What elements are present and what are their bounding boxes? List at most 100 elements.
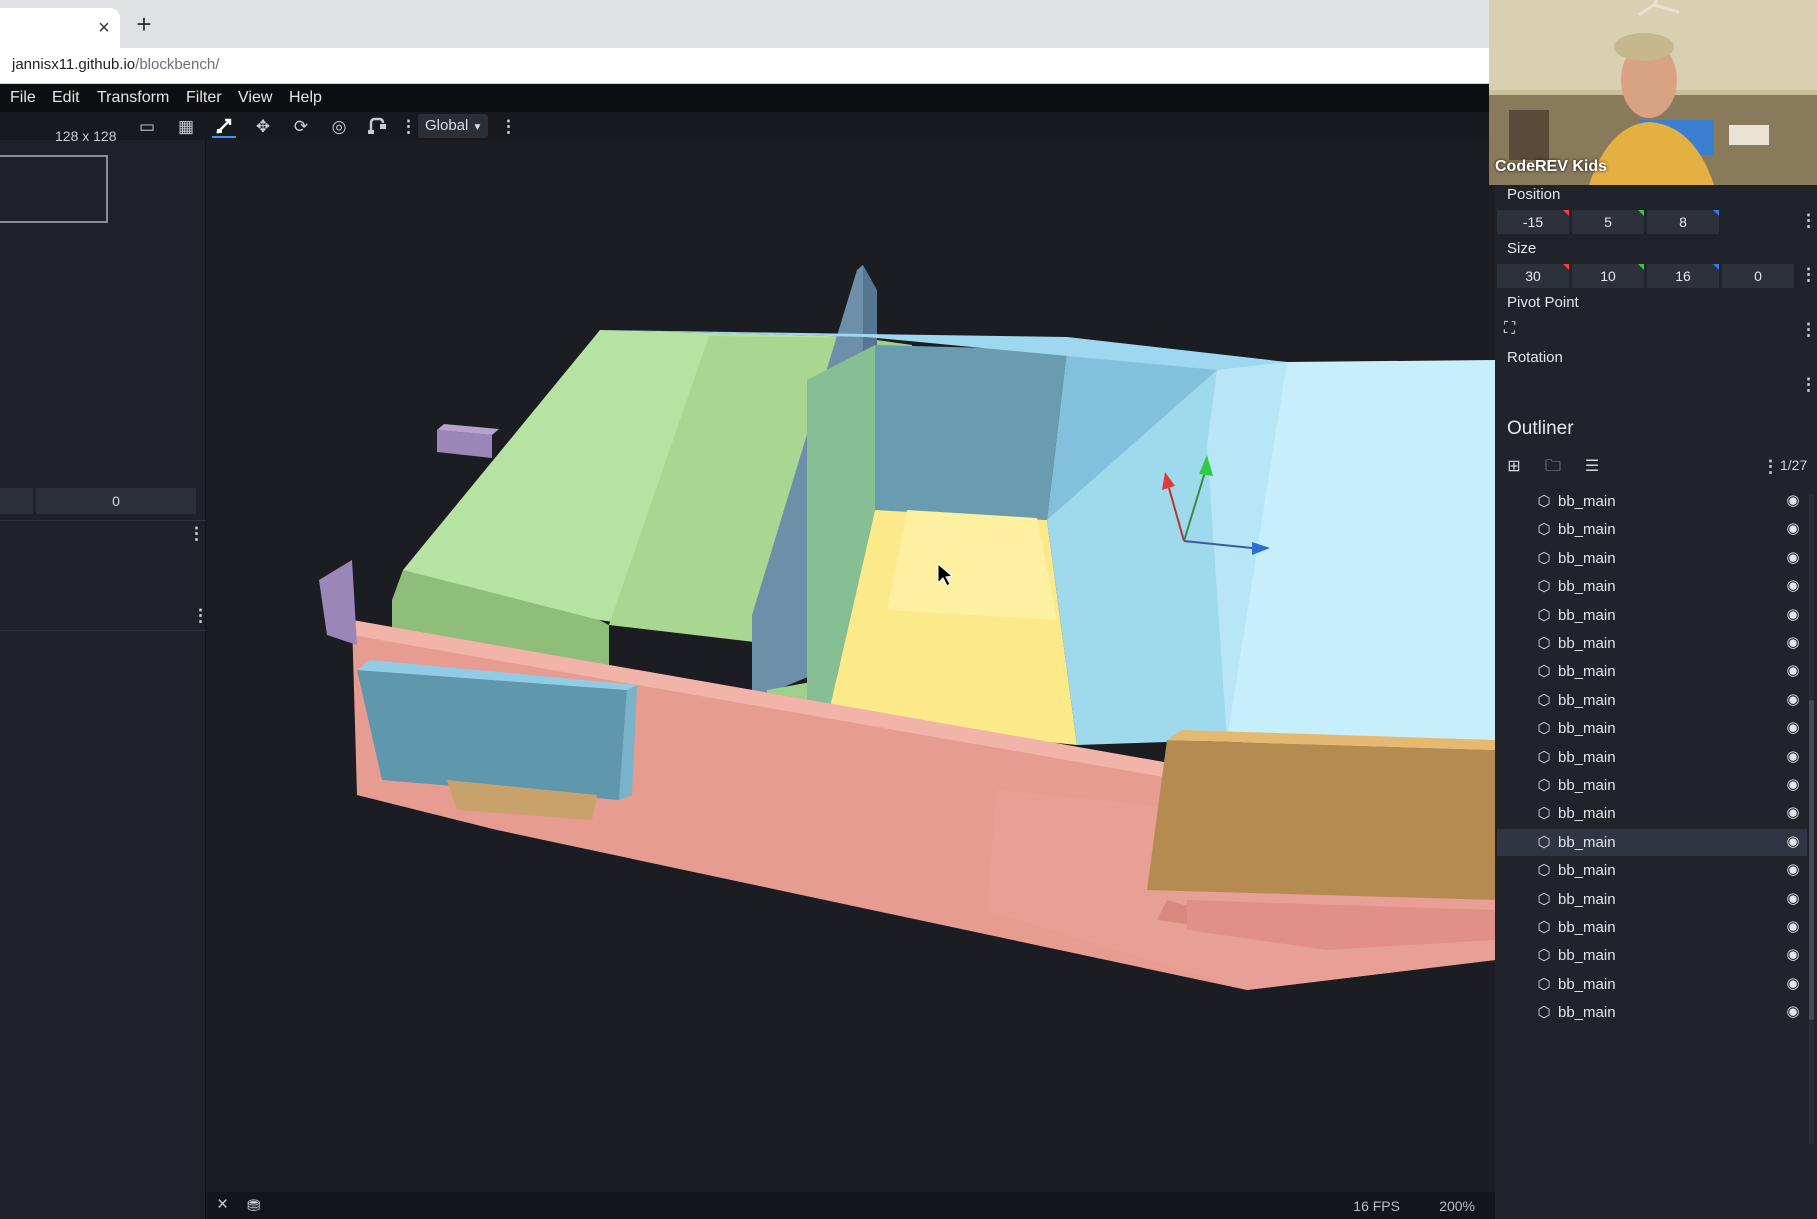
screenshot-icon[interactable]: ⛃: [247, 1196, 260, 1216]
outliner-row[interactable]: ⬡ bb_main ◉: [1497, 999, 1807, 1026]
outliner-row[interactable]: ⬡ bb_main ◉: [1497, 687, 1807, 714]
cube-icon: ⬡: [1537, 578, 1551, 596]
size-x-input[interactable]: 30: [1497, 264, 1569, 288]
menu-edit[interactable]: Edit: [52, 89, 80, 107]
visibility-eye-icon[interactable]: ◉: [1783, 719, 1803, 737]
add-group-icon[interactable]: 🗀: [1541, 456, 1565, 478]
visibility-eye-icon[interactable]: ◉: [1783, 946, 1803, 964]
size-y-input[interactable]: 10: [1572, 264, 1644, 288]
toolbar-more-icon-2[interactable]: ⋮: [500, 118, 517, 136]
address-bar[interactable]: jannisx11.github.io/blockbench/: [0, 48, 1489, 84]
outliner-row-label: bb_main: [1558, 748, 1616, 766]
rotation-more-icon[interactable]: ⋮: [1800, 376, 1817, 394]
fullscreen-uv-icon[interactable]: ▭: [135, 116, 159, 138]
menu-file[interactable]: File: [10, 89, 36, 107]
toolbar-more-icon[interactable]: ⋮: [400, 118, 417, 136]
visibility-eye-icon[interactable]: ◉: [1783, 577, 1803, 595]
collapse-all-icon[interactable]: ☰: [1580, 456, 1604, 478]
left-panel-more-icon-2[interactable]: ⋮: [192, 607, 209, 625]
left-divider-2: [0, 630, 206, 631]
close-tab-icon[interactable]: ×: [92, 16, 116, 40]
move-tool-icon[interactable]: [212, 116, 236, 138]
outliner-row[interactable]: ⬡ bb_main ◉: [1497, 630, 1807, 657]
visibility-eye-icon[interactable]: ◉: [1783, 606, 1803, 624]
rotate-tool-icon[interactable]: ⟳: [289, 116, 313, 138]
x-axis-marker: [1563, 264, 1569, 270]
add-cube-icon[interactable]: ⊞: [1502, 456, 1526, 478]
outliner-row[interactable]: ⬡ bb_main ◉: [1497, 545, 1807, 572]
outliner-row[interactable]: ⬡ bb_main ◉: [1497, 602, 1807, 629]
position-y-input[interactable]: 5: [1572, 210, 1644, 234]
menu-filter[interactable]: Filter: [186, 89, 222, 107]
outliner-row-label: bb_main: [1558, 663, 1616, 681]
new-tab-button[interactable]: +: [132, 11, 156, 37]
inflate-value: 0: [1754, 268, 1762, 284]
cube-icon: ⬡: [1537, 493, 1551, 510]
resize-tool-icon[interactable]: ✥: [251, 116, 275, 138]
size-more-icon[interactable]: ⋮: [1800, 266, 1817, 284]
outliner-more-icon[interactable]: ⋮: [1762, 458, 1779, 476]
menu-transform[interactable]: Transform: [97, 89, 169, 107]
outliner-row[interactable]: ⬡ bb_main ◉: [1497, 914, 1807, 941]
left-field-b[interactable]: 0: [36, 488, 196, 514]
outliner-row[interactable]: ⬡ bb_main ◉: [1497, 516, 1807, 543]
outliner-row[interactable]: ⬡ bb_main ◉: [1497, 488, 1807, 515]
grid-icon[interactable]: ▦: [174, 116, 198, 138]
position-x-input[interactable]: -15: [1497, 210, 1569, 234]
status-bar: × ⛃ 16 FPS 200%: [207, 1192, 1495, 1219]
visibility-eye-icon[interactable]: ◉: [1783, 520, 1803, 538]
outliner-row[interactable]: ⬡ bb_main ◉: [1497, 942, 1807, 969]
left-panel-more-icon[interactable]: ⋮: [188, 525, 205, 543]
visibility-eye-icon[interactable]: ◉: [1783, 804, 1803, 822]
uv-preview[interactable]: [0, 155, 108, 223]
outliner-row-label: bb_main: [1558, 578, 1616, 596]
visibility-eye-icon[interactable]: ◉: [1783, 748, 1803, 766]
visibility-eye-icon[interactable]: ◉: [1783, 975, 1803, 993]
visibility-eye-icon[interactable]: ◉: [1783, 918, 1803, 936]
cube-icon: ⬡: [1537, 805, 1551, 823]
menu-view[interactable]: View: [238, 89, 272, 107]
visibility-eye-icon[interactable]: ◉: [1783, 634, 1803, 652]
position-x-value: -15: [1522, 214, 1544, 230]
left-field-a[interactable]: [0, 488, 33, 514]
visibility-eye-icon[interactable]: ◉: [1783, 549, 1803, 567]
outliner-row[interactable]: ⬡ bb_main ◉: [1497, 744, 1807, 771]
visibility-eye-icon[interactable]: ◉: [1783, 890, 1803, 908]
outliner-row[interactable]: ⬡ bb_main ◉: [1497, 658, 1807, 685]
3d-viewport[interactable]: [207, 140, 1495, 1192]
outliner-row[interactable]: ⬡ bb_main ◉: [1497, 573, 1807, 600]
x-axis-marker: [1563, 210, 1569, 216]
outliner-row[interactable]: ⬡ bb_main ◉: [1497, 715, 1807, 742]
visibility-eye-icon[interactable]: ◉: [1783, 861, 1803, 879]
outliner-row[interactable]: ⬡ bb_main ◉: [1497, 772, 1807, 799]
zoom-level: 200%: [1439, 1198, 1475, 1214]
position-more-icon[interactable]: ⋮: [1800, 212, 1817, 230]
visibility-eye-icon[interactable]: ◉: [1783, 662, 1803, 680]
outliner-scroll-thumb[interactable]: [1809, 700, 1814, 1020]
space-select[interactable]: Global ▼: [418, 114, 488, 138]
visibility-eye-icon[interactable]: ◉: [1783, 492, 1803, 510]
outliner-row[interactable]: ⬡ bb_main ◉: [1497, 971, 1807, 998]
outliner-row[interactable]: ⬡ bb_main ◉: [1497, 886, 1807, 913]
visibility-eye-icon[interactable]: ◉: [1783, 1003, 1803, 1021]
close-icon[interactable]: ×: [217, 1194, 228, 1216]
outliner-row[interactable]: ⬡ bb_main ◉: [1497, 857, 1807, 884]
browser-tab[interactable]: ×: [0, 8, 120, 48]
outliner-row[interactable]: ⬡ bb_main ◉: [1497, 828, 1807, 856]
size-z-input[interactable]: 16: [1647, 264, 1719, 288]
vertex-snap-icon[interactable]: [365, 116, 389, 138]
pivot-tool-icon[interactable]: ◎: [327, 116, 351, 138]
pivot-more-icon[interactable]: ⋮: [1800, 321, 1817, 339]
visibility-eye-icon[interactable]: ◉: [1783, 776, 1803, 794]
visibility-eye-icon[interactable]: ◉: [1783, 691, 1803, 709]
outliner-row[interactable]: ⬡ bb_main ◉: [1497, 800, 1807, 827]
y-axis-marker: [1638, 210, 1644, 216]
size-label: Size: [1507, 240, 1537, 257]
menu-help[interactable]: Help: [289, 89, 322, 107]
center-pivot-icon[interactable]: ⛶: [1504, 320, 1515, 338]
size-y-value: 10: [1600, 268, 1616, 284]
url-text[interactable]: jannisx11.github.io/blockbench/: [12, 56, 219, 73]
position-z-input[interactable]: 8: [1647, 210, 1719, 234]
visibility-eye-icon[interactable]: ◉: [1783, 833, 1803, 851]
inflate-input[interactable]: 0: [1722, 264, 1794, 288]
